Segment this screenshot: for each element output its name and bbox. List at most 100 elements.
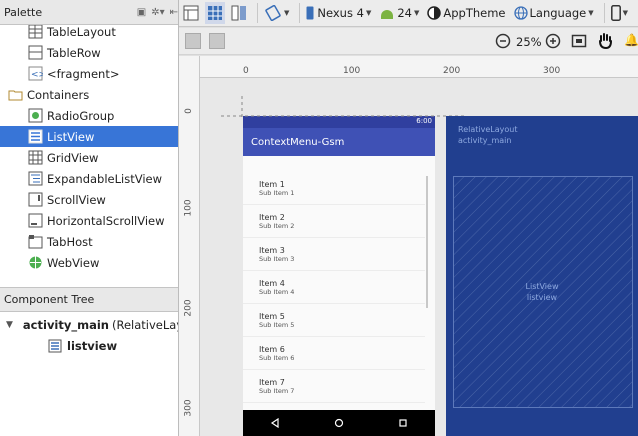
palette-group-containers[interactable]: Containers [0,84,178,105]
horizontal-scroll-icon [28,213,43,228]
list-item-title: Item 3 [259,246,285,255]
blueprint-view[interactable]: RelativeLayout activity_main ListView li… [446,116,638,436]
list-item[interactable]: Item 3 Sub Item 3 [243,238,425,271]
palette-item-radiogroup[interactable]: RadioGroup [0,105,178,126]
collapse-icon[interactable]: ▣ [137,7,146,18]
palette-item-label: HorizontalScrollView [47,213,165,228]
tree-item-label: activity_main [22,318,109,332]
design-view-icon [183,5,199,21]
infer-constraints-button[interactable] [209,33,225,49]
tree-item-label: listview [67,339,118,353]
ruler-label: 100 [343,66,361,76]
api-selector[interactable]: 24 ▼ [377,2,421,24]
device-frame-button[interactable]: ▼ [609,2,630,24]
palette-item-label: <fragment> [47,66,120,81]
theme-selector[interactable]: AppTheme [425,2,507,24]
ruler-vertical: 0 100 200 300 [179,56,200,436]
palette-item-listview[interactable]: ListView [0,126,178,147]
language-selector[interactable]: Language ▼ [512,2,596,24]
home-icon [334,418,344,428]
palette-item-scrollview[interactable]: ScrollView [0,189,178,210]
palette-item-tablerow[interactable]: TableRow [0,42,178,63]
palette-item-horizontalscrollview[interactable]: HorizontalScrollView [0,210,178,231]
component-tree-title: Component Tree [4,293,95,306]
palette-item-webview[interactable]: WebView [0,252,178,273]
left-panel: Palette ▣ ✲▾ ⇤ TableLayout TableRow <> <… [0,0,179,436]
android-icon [381,9,394,19]
language-label: Language [529,6,587,20]
ruler-label: 300 [183,399,194,417]
list-item-title: Item 5 [259,312,285,321]
radio-group-icon [28,108,43,123]
palette-item-label: ExpandableListView [47,171,163,186]
blueprint-root-id: activity_main [458,136,512,145]
blueprint-root-type: RelativeLayout [458,125,518,134]
palette-item-label: TableLayout [47,25,116,39]
both-view-icon [231,5,246,21]
list-item-title: Item 2 [259,213,285,222]
table-layout-icon [28,25,43,39]
list-item[interactable]: Item 2 Sub Item 2 [243,205,425,238]
tab-host-icon [28,235,43,249]
zoom-toolbar: 25% 🔔 [179,28,638,55]
palette-item-label: RadioGroup [47,108,115,123]
list-item-subtitle: Sub Item 3 [259,255,295,263]
list-item[interactable]: Item 6 Sub Item 6 [243,337,425,370]
list-item-subtitle: Sub Item 4 [259,288,295,296]
ruler-label: 0 [243,66,249,76]
palette-item-tablelayout[interactable]: TableLayout [0,25,178,42]
blueprint-listview[interactable] [453,176,633,408]
orientation-button[interactable]: ▼ [262,2,291,24]
toolbar-separator [299,3,301,23]
pan-hand-icon[interactable] [597,32,613,50]
zoom-out-icon[interactable] [495,33,511,49]
list-view-icon [48,339,62,353]
ruler-label: 0 [183,108,194,114]
palette-item-tabhost[interactable]: TabHost [0,231,178,252]
app-title: ContextMenu-Gsm [251,136,345,148]
web-view-icon [29,256,42,269]
globe-icon [513,6,528,20]
fragment-icon: <> [28,66,43,81]
zoom-in-icon[interactable] [545,33,561,49]
constraint-toggle-button[interactable] [185,33,201,49]
expand-arrow-icon[interactable]: ▼ [6,320,13,330]
blueprint-view-button[interactable] [205,2,225,24]
palette-item-expandablelistview[interactable]: ExpandableListView [0,168,178,189]
list-item-title: Item 7 [259,378,285,387]
table-row-icon [28,45,43,60]
palette-item-gridview[interactable]: GridView [0,147,178,168]
hide-panel-icon[interactable]: ⇤ [170,7,178,18]
list-item-subtitle: Sub Item 2 [259,222,295,230]
tree-item-activity-main[interactable]: ▼ activity_main (RelativeLayout) [6,314,178,336]
tree-item-listview[interactable]: listview [48,335,178,357]
list-item[interactable]: Item 4 Sub Item 4 [243,271,425,304]
notification-icon[interactable]: 🔔 [624,33,638,47]
list-item-subtitle: Sub Item 7 [259,387,295,395]
palette-item-label: TableRow [47,45,101,60]
list-item[interactable]: Item 5 Sub Item 5 [243,304,425,337]
design-toolbar: ▼ Nexus 4 ▼ 24 ▼ AppTheme Language ▼ ▼ [179,0,638,27]
component-tree-header: Component Tree [0,287,178,312]
gear-icon[interactable]: ✲▾ [151,7,164,18]
palette-item-label: ScrollView [47,192,106,207]
zoom-fit-icon[interactable] [571,33,587,49]
list-item[interactable]: Item 1 Sub Item 1 [243,172,425,205]
list-item-subtitle: Sub Item 1 [259,189,295,197]
theme-icon [427,6,442,20]
ruler-label: 100 [183,199,194,217]
palette-title: Palette [4,5,43,19]
recents-icon [399,419,407,427]
api-label: 24 [397,6,412,20]
device-selector[interactable]: Nexus 4 ▼ [304,2,373,24]
app-bar: ContextMenu-Gsm [243,128,435,156]
phone-icon [306,6,314,20]
ruler-label: 200 [183,299,194,317]
blueprint-view-icon [208,6,222,20]
both-view-button[interactable] [229,2,249,24]
palette-item-fragment[interactable]: <> <fragment> [0,63,178,84]
list-item-subtitle: Sub Item 6 [259,354,295,362]
design-view-button[interactable] [181,2,201,24]
list-item[interactable]: Item 7 Sub Item 7 [243,370,425,403]
preview-scrollbar [426,176,428,308]
